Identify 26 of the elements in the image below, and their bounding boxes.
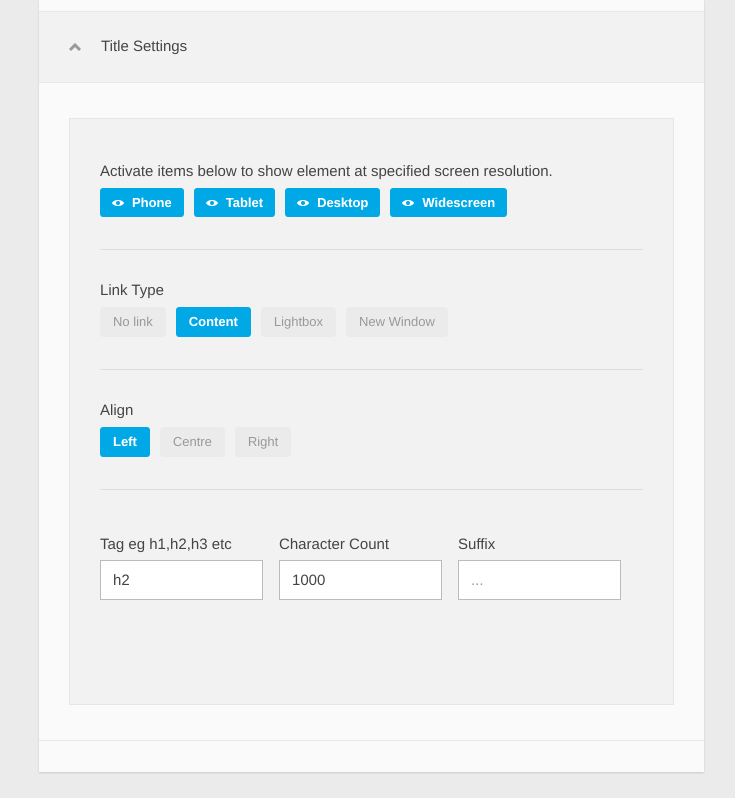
eye-icon — [112, 198, 124, 206]
option-button[interactable]: Lightbox — [260, 307, 336, 337]
field-label: Tag eg h1,h2,h3 etc — [100, 535, 233, 555]
device-toggle[interactable]: Desktop — [285, 188, 380, 217]
text-field[interactable]: 1000 — [279, 560, 442, 600]
eye-icon — [206, 198, 218, 206]
group-label: Link Type — [100, 281, 165, 301]
field-label: Character Count — [279, 535, 390, 555]
option-button[interactable]: New Window — [346, 307, 448, 337]
text-field[interactable]: h2 — [100, 560, 263, 600]
chevron-icon — [68, 42, 82, 52]
field-label: Suffix — [458, 535, 496, 555]
option-button[interactable]: Centre — [160, 427, 225, 457]
text-field[interactable]: ... — [458, 560, 621, 600]
option-button[interactable]: Left — [100, 427, 150, 457]
device-toggle[interactable]: Tablet — [194, 188, 276, 217]
eye-icon — [297, 198, 310, 206]
option-button[interactable]: Content — [176, 307, 251, 337]
option-button[interactable]: No link — [100, 307, 166, 337]
eye-icon — [402, 198, 414, 206]
section-header[interactable]: Title Settings — [39, 12, 704, 83]
device-toggle[interactable]: Widescreen — [390, 188, 508, 217]
device-toggle[interactable]: Phone — [100, 188, 184, 217]
visibility-label: Activate items below to show element at specified screen resolution. — [100, 162, 554, 182]
group-label: Align — [100, 401, 134, 421]
option-button[interactable]: Right — [234, 427, 292, 457]
